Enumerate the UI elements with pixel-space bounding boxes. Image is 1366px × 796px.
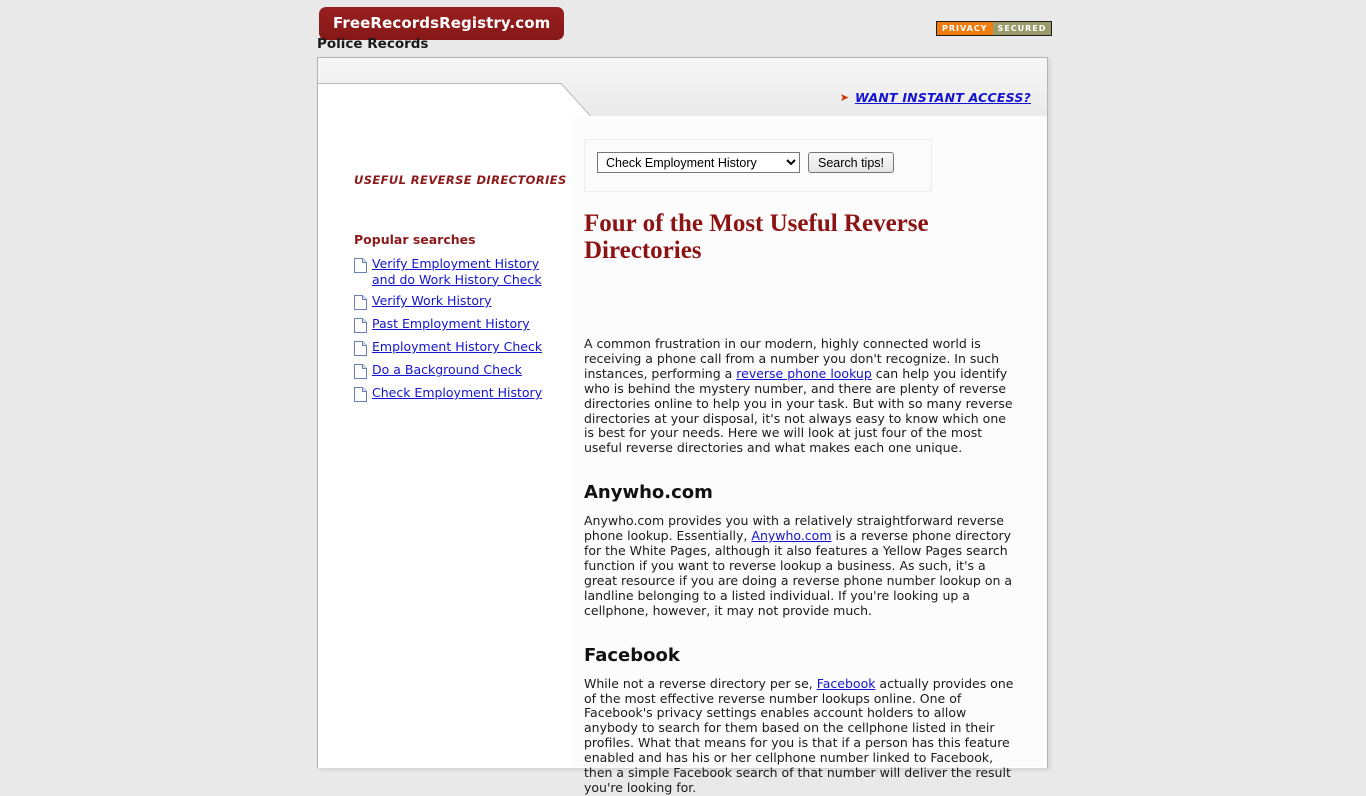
- privacy-badge-left-label: PRIVACY: [937, 22, 993, 35]
- search-row: Check Employment History Verify Employme…: [597, 152, 919, 173]
- section-heading-anywho: Anywho.com: [584, 482, 713, 504]
- facebook-text-part-1: While not a reverse directory per se,: [584, 675, 817, 691]
- section-paragraph-facebook: While not a reverse directory per se, Fa…: [584, 675, 1016, 796]
- main-content: Check Employment History Verify Employme…: [571, 116, 1047, 795]
- arrow-right-icon: ➤: [839, 91, 849, 104]
- top-bar: FreeRecordsRegistry.com Police Records P…: [0, 0, 1366, 56]
- sidebar-link[interactable]: Verify Work History: [372, 293, 492, 309]
- sidebar-link[interactable]: Do a Background Check: [372, 362, 522, 378]
- sidebar-subtitle: Popular searches: [354, 232, 476, 247]
- page-frame: ➤ WANT INSTANT ACCESS? USEFUL REVERSE DI…: [317, 57, 1048, 795]
- instant-access-link-group[interactable]: ➤ WANT INSTANT ACCESS?: [840, 90, 1031, 105]
- list-item[interactable]: Do a Background Check: [354, 362, 571, 379]
- privacy-badge-right-label: SECURED: [992, 22, 1052, 35]
- reverse-phone-lookup-link[interactable]: reverse phone lookup: [736, 366, 872, 381]
- site-tagline: Police Records: [317, 36, 429, 52]
- section-heading-facebook: Facebook: [584, 644, 680, 666]
- document-icon: [354, 387, 367, 402]
- page-title: Four of the Most Useful Reverse Director…: [584, 210, 929, 264]
- sidebar-link[interactable]: Verify Employment History and do Work Hi…: [372, 256, 544, 287]
- sidebar: USEFUL REVERSE DIRECTORIES Popular searc…: [318, 116, 571, 767]
- document-icon: [354, 295, 367, 310]
- document-icon: [354, 341, 367, 356]
- want-instant-access-link[interactable]: WANT INSTANT ACCESS?: [855, 90, 1031, 105]
- facebook-link[interactable]: Facebook: [817, 676, 876, 691]
- body-columns: USEFUL REVERSE DIRECTORIES Popular searc…: [318, 116, 1047, 795]
- sidebar-link[interactable]: Check Employment History: [372, 385, 542, 401]
- sidebar-link[interactable]: Employment History Check: [372, 339, 542, 355]
- section-paragraph-anywho: Anywho.com provides you with a relativel…: [584, 513, 1016, 618]
- facebook-text-part-2: actually provides one of the most effect…: [584, 675, 1014, 795]
- anywho-link[interactable]: Anywho.com: [751, 528, 831, 543]
- list-item[interactable]: Employment History Check: [354, 339, 571, 356]
- sidebar-title: USEFUL REVERSE DIRECTORIES: [354, 173, 567, 187]
- list-item[interactable]: Verify Employment History and do Work Hi…: [354, 256, 571, 287]
- header-band: [318, 58, 1047, 116]
- list-item[interactable]: Check Employment History: [354, 385, 571, 402]
- sidebar-link[interactable]: Past Employment History: [372, 316, 530, 332]
- search-category-select[interactable]: Check Employment History Verify Employme…: [597, 152, 800, 173]
- list-item[interactable]: Past Employment History: [354, 316, 571, 333]
- document-icon: [354, 258, 367, 273]
- privacy-secured-badge: PRIVACY SECURED: [936, 21, 1053, 36]
- document-icon: [354, 364, 367, 379]
- document-icon: [354, 318, 367, 333]
- search-tips-button[interactable]: Search tips!: [808, 152, 895, 173]
- search-panel: Check Employment History Verify Employme…: [584, 139, 932, 192]
- sidebar-links-list: Verify Employment History and do Work Hi…: [354, 256, 571, 402]
- list-item[interactable]: Verify Work History: [354, 293, 571, 310]
- intro-paragraph: A common frustration in our modern, high…: [584, 336, 1016, 456]
